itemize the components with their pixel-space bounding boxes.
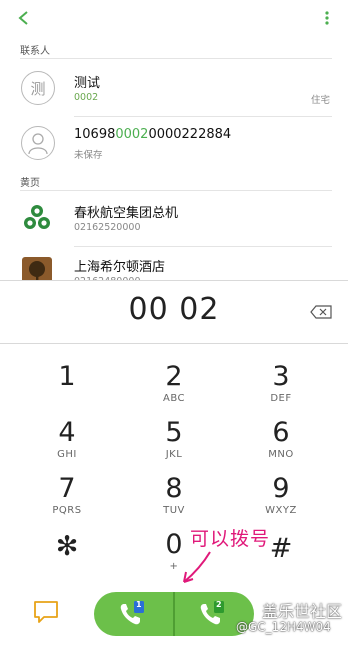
key-digit: 2 [165,361,183,392]
yellow-page-item[interactable]: 上海希尔顿酒店 02162480000 [0,246,348,280]
sim2-label: 2 [216,600,222,609]
back-arrow-icon [18,11,28,25]
key-digit: 5 [165,417,183,448]
hotel-logo-icon [20,254,54,280]
key-digit: ✻ [55,531,79,562]
key-2[interactable]: 2 ABC [134,362,214,420]
yellow-page-list-clip: 上海希尔顿酒店 02162480000 [0,246,348,280]
contacts-section-label: 联系人 [20,46,50,57]
keypad-border [0,343,348,344]
back-button[interactable] [12,6,36,30]
business-number: 02162520000 [74,222,141,233]
more-vert-icon [325,11,329,25]
handwritten-annotation: 可以拨号 [190,528,271,550]
annotation-arrow-icon [183,551,211,583]
section-divider [20,58,332,59]
number-match: 0002 [115,127,149,142]
more-options-button[interactable] [320,6,334,30]
section-divider [20,190,332,191]
key-1[interactable]: 1 [27,362,107,420]
watermark-username: @GC_12H4W04 [236,620,331,634]
business-name: 春秋航空集团总机 [74,206,179,221]
number-display-border [0,280,348,281]
yellow-page-item[interactable]: 春秋航空集团总机 02162520000 [0,192,348,246]
key-letters: TUV [163,505,185,516]
key-digit: 8 [165,473,183,504]
key-digit: 7 [58,473,76,504]
message-button[interactable] [32,598,62,628]
key-digit: 1 [58,361,76,392]
contact-number: 0002 [74,92,99,103]
key-7[interactable]: 7 PQRS [27,474,107,532]
key-digit: 4 [58,417,76,448]
top-bar [0,0,348,34]
business-name: 上海希尔顿酒店 [74,260,166,275]
key-5[interactable]: 5 JKL [134,418,214,476]
key-4[interactable]: 4 GHI [27,418,107,476]
contact-name: 测试 [74,76,101,91]
key-6[interactable]: 6 MNO [241,418,321,476]
key-letters: JKL [165,449,183,460]
dialed-number: 00 02 [128,292,220,327]
avatar [21,126,55,160]
key-digit: 9 [272,473,290,504]
yellow-pages-section-label: 黄页 [20,178,40,189]
unsaved-status: 未保存 [74,150,103,161]
spring-airlines-logo-icon [20,200,54,236]
contact-result-item[interactable]: 测 测试 0002 住宅 [0,62,348,116]
number-suffix: 0000222884 [148,127,232,142]
unsaved-number-item[interactable]: 1069800020000222884 未保存 [0,117,348,171]
key-letters: GHI [57,449,77,460]
dual-sim-call-buttons: 1 2 [94,592,254,636]
key-letters: PQRS [52,505,82,516]
key-letters: WXYZ [265,505,297,516]
key-digit: 3 [272,361,290,392]
message-icon [34,601,58,623]
contact-avatar: 测 [21,71,55,105]
key-letters: MNO [268,449,294,460]
community-watermark: 盖乐世社区 [262,602,343,621]
key-3[interactable]: 3 DEF [241,362,321,420]
sim1-label: 1 [136,600,142,609]
key-letters: DEF [270,393,292,404]
backspace-icon [310,305,332,319]
unsaved-number: 1069800020000222884 [74,127,231,142]
phone-icon [120,601,144,625]
key-digit: 6 [272,417,290,448]
backspace-button[interactable] [310,304,334,320]
contact-number-type: 住宅 [310,95,330,106]
call-sim1-button[interactable]: 1 [94,592,174,636]
phone-icon [200,601,224,625]
key-letters: ABC [162,393,185,404]
key-star[interactable]: ✻ [27,532,107,590]
number-prefix: 10698 [74,127,116,142]
person-icon [28,133,48,155]
